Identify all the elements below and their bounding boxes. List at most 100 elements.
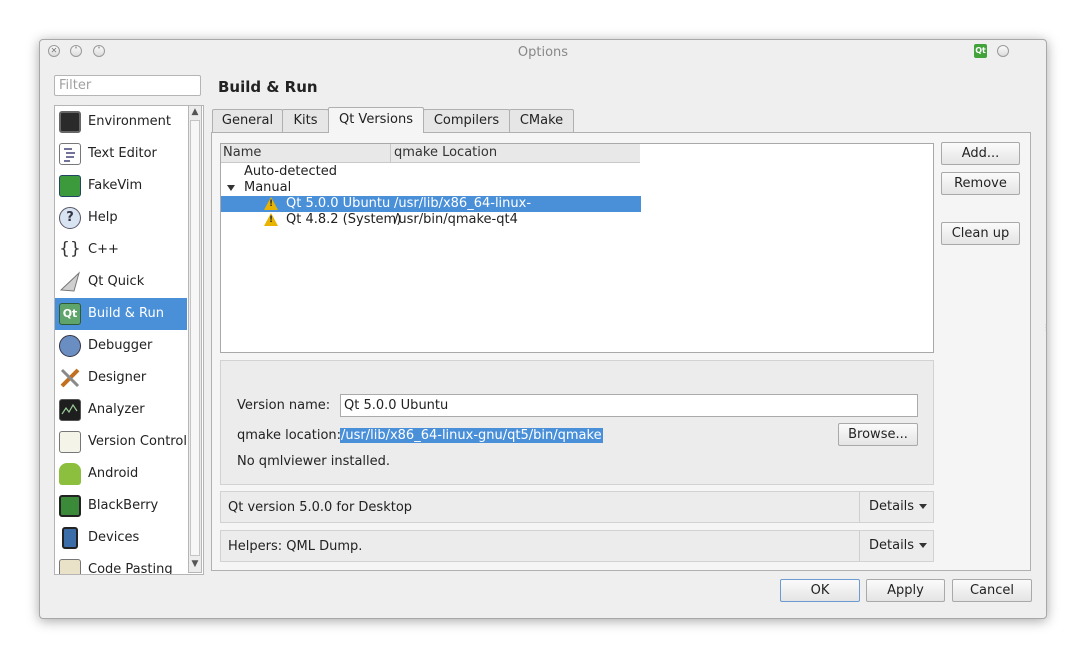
category-label: Qt Quick: [88, 274, 145, 289]
environment-icon: [59, 111, 81, 133]
group-auto-detected[interactable]: Auto-detected: [221, 164, 641, 180]
category-label: Code Pasting: [88, 562, 173, 575]
category-code-pasting[interactable]: Code Pasting: [55, 554, 187, 575]
qt-versions-table[interactable]: Name qmake Location Auto-detected Manual…: [220, 143, 934, 353]
group-label: Auto-detected: [244, 164, 337, 179]
category-build-run[interactable]: Qt Build & Run: [55, 298, 187, 330]
helpers-section: Helpers: QML Dump. Details: [220, 530, 934, 562]
category-label: Android: [88, 466, 139, 481]
category-devices[interactable]: Devices: [55, 522, 187, 554]
version-name-cell: Qt 4.8.2 (System): [286, 212, 402, 227]
fakevim-icon: [59, 175, 81, 197]
version-details-panel: Version name: Qt 5.0.0 Ubuntu qmake loca…: [220, 360, 934, 485]
details-label: Details: [869, 538, 915, 553]
browse-button[interactable]: Browse...: [838, 423, 918, 446]
category-label: Help: [88, 210, 118, 225]
qmake-location-value[interactable]: /usr/lib/x86_64-linux-gnu/qt5/bin/qmake: [340, 428, 603, 443]
category-label: FakeVim: [88, 178, 143, 193]
category-label: Devices: [88, 530, 140, 545]
qmake-location-cell: /usr/bin/qmake-qt4: [394, 212, 518, 227]
scrollbar-thumb[interactable]: [190, 120, 200, 556]
scroll-down-icon[interactable]: ▼: [191, 559, 199, 569]
version-name-field[interactable]: Qt 5.0.0 Ubuntu: [340, 394, 918, 417]
version-control-icon: [59, 431, 81, 453]
text-editor-icon: [59, 143, 81, 165]
cpp-icon: {}: [59, 239, 81, 259]
code-pasting-icon: [59, 559, 81, 574]
scroll-up-icon[interactable]: ▲: [191, 107, 199, 117]
debugger-icon: [59, 335, 81, 357]
qt-quick-icon: [59, 271, 81, 293]
devices-icon: [62, 527, 78, 549]
details-button[interactable]: Details: [859, 492, 933, 522]
category-help[interactable]: ? Help: [55, 202, 187, 234]
qt-app-icon: Qt: [974, 44, 987, 58]
category-debugger[interactable]: Debugger: [55, 330, 187, 362]
cancel-button[interactable]: Cancel: [952, 579, 1032, 602]
category-label: Build & Run: [88, 306, 164, 321]
warning-icon: !: [264, 213, 278, 226]
table-header: Name qmake Location: [221, 144, 640, 163]
version-name-cell: Qt 5.0.0 Ubuntu: [286, 196, 391, 211]
section-label: Helpers: QML Dump.: [228, 539, 363, 554]
table-row[interactable]: ! Qt 4.8.2 (System) /usr/bin/qmake-qt4: [221, 212, 641, 228]
category-list: Environment Text Editor FakeVim ? Help {…: [54, 105, 204, 575]
expand-arrow-icon[interactable]: [227, 185, 235, 191]
category-label: Designer: [88, 370, 147, 385]
tab-kits[interactable]: Kits: [282, 109, 329, 132]
apply-button[interactable]: Apply: [866, 579, 945, 602]
category-text-editor[interactable]: Text Editor: [55, 138, 187, 170]
group-label: Manual: [244, 180, 292, 195]
title-bar[interactable]: ✕ ˄ ˅ Options Qt: [40, 40, 1046, 64]
version-name-label: Version name:: [237, 398, 331, 413]
qt-version-desktop-section: Qt version 5.0.0 for Desktop Details: [220, 491, 934, 523]
designer-icon: [59, 367, 81, 389]
table-row[interactable]: ! Qt 5.0.0 Ubuntu /usr/lib/x86_64-linux-…: [221, 196, 641, 226]
category-android[interactable]: Android: [55, 458, 187, 490]
qmlviewer-status: No qmlviewer installed.: [237, 454, 391, 469]
filter-input[interactable]: Filter: [54, 75, 201, 96]
group-manual[interactable]: Manual: [221, 180, 641, 196]
chevron-down-icon: [919, 543, 928, 548]
column-separator[interactable]: [390, 144, 391, 162]
column-header-qmake-location[interactable]: qmake Location: [394, 145, 497, 160]
blackberry-icon: [59, 495, 81, 517]
add-button[interactable]: Add...: [941, 142, 1020, 165]
tab-qt-versions[interactable]: Qt Versions: [328, 107, 424, 133]
remove-button[interactable]: Remove: [941, 172, 1020, 195]
tab-general[interactable]: General: [212, 109, 283, 132]
category-environment[interactable]: Environment: [55, 106, 187, 138]
chevron-down-icon: [919, 504, 928, 509]
category-qt-quick[interactable]: Qt Quick: [55, 266, 187, 298]
category-label: Analyzer: [88, 402, 145, 417]
tab-cmake[interactable]: CMake: [509, 109, 574, 132]
category-scrollbar[interactable]: ▲ ▼: [188, 105, 202, 573]
options-dialog: ✕ ˄ ˅ Options Qt Filter Environment Text…: [39, 39, 1050, 619]
build-run-icon: Qt: [59, 303, 81, 325]
window-menu-icon[interactable]: [997, 45, 1009, 57]
category-label: Text Editor: [88, 146, 157, 161]
warning-icon: !: [264, 197, 278, 210]
window-title: Options: [517, 45, 569, 60]
category-version-control[interactable]: Version Control: [55, 426, 187, 458]
category-label: Version Control: [88, 434, 187, 449]
help-icon: ?: [59, 207, 81, 229]
analyzer-icon: [59, 399, 81, 421]
clean-up-button[interactable]: Clean up: [941, 222, 1020, 245]
column-header-name[interactable]: Name: [223, 145, 261, 160]
android-icon: [59, 463, 81, 485]
category-label: Environment: [88, 114, 172, 129]
category-blackberry[interactable]: BlackBerry: [55, 490, 187, 522]
category-label: C++: [88, 242, 119, 257]
tab-compilers[interactable]: Compilers: [423, 109, 510, 132]
splitter-handle[interactable]: ⋮: [1042, 323, 1050, 333]
category-designer[interactable]: Designer: [55, 362, 187, 394]
qmake-location-text: /usr/lib/x86_64-linux-gnu/qt5/bin/qmake: [340, 428, 603, 443]
ok-button[interactable]: OK: [780, 579, 860, 602]
details-button[interactable]: Details: [859, 531, 933, 561]
category-cpp[interactable]: {} C++: [55, 234, 187, 266]
section-label: Qt version 5.0.0 for Desktop: [228, 500, 413, 515]
qmake-location-label: qmake location:: [237, 428, 342, 443]
category-fakevim[interactable]: FakeVim: [55, 170, 187, 202]
category-analyzer[interactable]: Analyzer: [55, 394, 187, 426]
